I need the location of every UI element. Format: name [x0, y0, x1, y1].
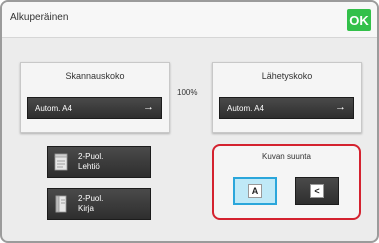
send-size-value: Autom. A4 [227, 104, 264, 113]
dialog-frame: Alkuperäinen OK Skannauskoko Autom. A4 →… [0, 0, 379, 243]
duplex-tablet-line2: Lehtiö [78, 162, 100, 171]
image-orientation-title: Kuvan suunta [262, 152, 311, 161]
scan-size-button[interactable]: Autom. A4 → [27, 97, 162, 119]
duplex-book-button[interactable]: 2-Puol. Kirja [47, 188, 151, 220]
orientation-rotated-button[interactable]: < [295, 177, 339, 205]
scan-size-title: Skannauskoko [65, 71, 125, 81]
duplex-tablet-line1: 2-Puol. [78, 152, 104, 161]
send-size-button[interactable]: Autom. A4 → [219, 97, 354, 119]
orientation-upright-button[interactable]: A [233, 177, 277, 205]
duplex-book-icon [54, 195, 68, 215]
rotated-page-icon: < [310, 184, 324, 198]
scan-size-value: Autom. A4 [35, 104, 72, 113]
send-size-title: Lähetyskoko [261, 71, 313, 81]
image-orientation-panel: Kuvan suunta A < [212, 144, 361, 220]
duplex-book-label: 2-Puol. Kirja [78, 194, 103, 214]
scan-size-panel: Skannauskoko Autom. A4 → [20, 62, 170, 133]
duplex-book-line1: 2-Puol. [78, 194, 104, 203]
duplex-tablet-button[interactable]: 2-Puol. Lehtiö [47, 146, 151, 178]
upright-page-icon: A [248, 184, 262, 198]
duplex-tablet-label: 2-Puol. Lehtiö [78, 152, 103, 172]
send-size-panel: Lähetyskoko Autom. A4 → [212, 62, 362, 133]
duplex-book-line2: Kirja [78, 204, 95, 213]
title-bar: Alkuperäinen OK [2, 2, 377, 38]
arrow-right-icon: → [335, 101, 346, 113]
ratio-label: 100% [177, 88, 198, 97]
page-title: Alkuperäinen [10, 12, 69, 23]
arrow-right-icon: → [143, 101, 154, 113]
ok-button[interactable]: OK [347, 9, 371, 31]
duplex-tablet-icon [54, 153, 68, 173]
